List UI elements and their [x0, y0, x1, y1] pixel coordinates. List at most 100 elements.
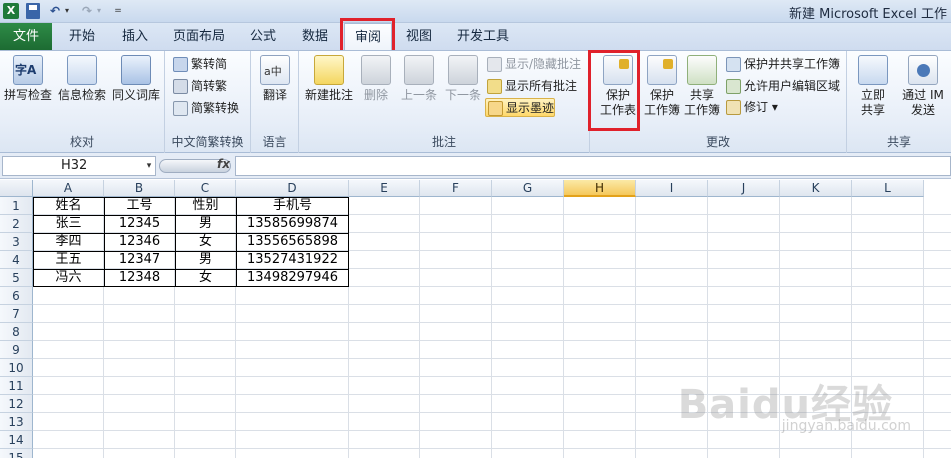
cell-c4[interactable]: 男 — [175, 251, 236, 269]
simplified-to-traditional-button[interactable]: 简转繁 — [171, 77, 227, 96]
row-header-5[interactable]: 5 — [0, 269, 33, 287]
column-header-k[interactable]: K — [780, 180, 852, 197]
column-header-e[interactable]: E — [349, 180, 420, 197]
cell-c3[interactable]: 女 — [175, 233, 236, 251]
show-all-comments-button[interactable]: 显示所有批注 — [485, 77, 577, 96]
customize-qat-icon[interactable]: = — [113, 3, 123, 19]
new-comment-button[interactable]: 新建批注 — [301, 55, 357, 103]
select-all-corner[interactable] — [0, 180, 33, 197]
protect-sheet-button[interactable]: 保护 工作表 — [594, 55, 642, 118]
row-header-13[interactable]: 13 — [0, 413, 33, 431]
thesaurus-button[interactable]: 同义词库 — [110, 55, 162, 103]
show-ink-button[interactable]: 显示墨迹 — [485, 98, 556, 117]
row-header-15[interactable]: 15 — [0, 449, 33, 458]
tab-developer[interactable]: 开发工具 — [444, 23, 522, 50]
undo-dropdown-icon[interactable]: ▾ — [63, 3, 71, 19]
column-header-c[interactable]: C — [175, 180, 236, 197]
allow-edit-ranges-icon — [726, 79, 741, 94]
cell-b2[interactable]: 12345 — [104, 215, 175, 233]
tab-formulas[interactable]: 公式 — [240, 23, 286, 50]
cell-c2[interactable]: 男 — [175, 215, 236, 233]
insert-function-icon[interactable]: fx — [217, 157, 230, 171]
send-im-button[interactable]: 通过 IM 发送 — [897, 55, 949, 118]
previous-comment-button[interactable]: 上一条 — [397, 55, 441, 103]
tab-page-layout[interactable]: 页面布局 — [158, 23, 240, 50]
cell-b5[interactable]: 12348 — [104, 269, 175, 287]
row-header-2[interactable]: 2 — [0, 215, 33, 233]
column-header-f[interactable]: F — [420, 180, 492, 197]
watermark-url: jingyan.baidu.com — [781, 418, 911, 434]
next-comment-button[interactable]: 下一条 — [441, 55, 485, 103]
track-changes-dropdown-icon[interactable]: ▾ — [772, 100, 778, 114]
spelling-button[interactable]: 拼写检查 — [2, 55, 54, 103]
protect-share-label: 保护并共享工作簿 — [744, 57, 841, 71]
cell-a5[interactable]: 冯六 — [33, 269, 104, 287]
cell-b3[interactable]: 12346 — [104, 233, 175, 251]
redo-dropdown-icon[interactable]: ▾ — [95, 3, 103, 19]
table-border-vertical — [104, 197, 105, 287]
cell-c1[interactable]: 性别 — [175, 197, 236, 215]
row-header-14[interactable]: 14 — [0, 431, 33, 449]
row-header-9[interactable]: 9 — [0, 341, 33, 359]
formula-input[interactable] — [235, 156, 951, 176]
protect-workbook-button[interactable]: 保护 工作簿 — [640, 55, 684, 118]
cell-c5[interactable]: 女 — [175, 269, 236, 287]
column-header-a[interactable]: A — [33, 180, 104, 197]
tab-review[interactable]: 审阅 — [344, 23, 392, 51]
redo-icon[interactable]: ↷ — [80, 3, 94, 19]
column-header-g[interactable]: G — [492, 180, 564, 197]
column-header-l[interactable]: L — [852, 180, 924, 197]
row-header-7[interactable]: 7 — [0, 305, 33, 323]
tab-insert[interactable]: 插入 — [112, 23, 158, 50]
column-header-d[interactable]: D — [236, 180, 349, 197]
row-header-1[interactable]: 1 — [0, 197, 33, 215]
protect-share-icon — [726, 57, 741, 72]
track-changes-button[interactable]: 修订 ▾ — [724, 98, 778, 117]
send-now-button[interactable]: 立即 共享 — [851, 55, 895, 118]
cell-b1[interactable]: 工号 — [104, 197, 175, 215]
cell-a1[interactable]: 姓名 — [33, 197, 104, 215]
next-comment-icon — [448, 55, 478, 85]
chinese-convert-button[interactable]: 简繁转换 — [171, 99, 239, 118]
track-changes-label: 修订 — [744, 100, 769, 114]
name-box-dropdown-icon[interactable]: ▾ — [143, 156, 155, 176]
row-header-4[interactable]: 4 — [0, 251, 33, 269]
show-hide-comment-button[interactable]: 显示/隐藏批注 — [485, 55, 581, 74]
allow-edit-ranges-button[interactable]: 允许用户编辑区域 — [724, 77, 840, 96]
research-button[interactable]: 信息检索 — [56, 55, 108, 103]
cell-d2[interactable]: 13585699874 — [236, 215, 349, 233]
traditional-to-simplified-button[interactable]: 繁转简 — [171, 55, 227, 74]
cell-a4[interactable]: 王五 — [33, 251, 104, 269]
cell-b4[interactable]: 12347 — [104, 251, 175, 269]
tab-file[interactable]: 文件 — [0, 23, 52, 50]
table-border-horizontal — [33, 215, 349, 216]
cell-a2[interactable]: 张三 — [33, 215, 104, 233]
tab-home[interactable]: 开始 — [52, 23, 112, 50]
name-box[interactable]: H32 — [2, 156, 156, 176]
column-header-i[interactable]: I — [636, 180, 708, 197]
tab-data[interactable]: 数据 — [286, 23, 344, 50]
undo-icon[interactable]: ↶ — [48, 3, 62, 19]
row-header-8[interactable]: 8 — [0, 323, 33, 341]
delete-comment-button[interactable]: 删除 — [359, 55, 393, 103]
share-workbook-button[interactable]: 共享 工作簿 — [680, 55, 724, 118]
cell-d3[interactable]: 13556565898 — [236, 233, 349, 251]
excel-icon[interactable]: X — [3, 3, 19, 19]
cell-d5[interactable]: 13498297946 — [236, 269, 349, 287]
row-header-6[interactable]: 6 — [0, 287, 33, 305]
tab-view[interactable]: 视图 — [394, 23, 444, 50]
cell-d1[interactable]: 手机号 — [236, 197, 349, 215]
cell-a3[interactable]: 李四 — [33, 233, 104, 251]
column-header-j[interactable]: J — [708, 180, 780, 197]
save-icon[interactable] — [26, 3, 40, 19]
row-header-3[interactable]: 3 — [0, 233, 33, 251]
cell-d4[interactable]: 13527431922 — [236, 251, 349, 269]
translate-button[interactable]: 翻译 — [253, 55, 297, 103]
show-ink-label: 显示墨迹 — [506, 101, 555, 115]
column-header-b[interactable]: B — [104, 180, 175, 197]
protect-share-workbook-button[interactable]: 保护并共享工作簿 — [724, 55, 840, 74]
row-header-11[interactable]: 11 — [0, 377, 33, 395]
row-header-10[interactable]: 10 — [0, 359, 33, 377]
row-header-12[interactable]: 12 — [0, 395, 33, 413]
column-header-h[interactable]: H — [564, 180, 636, 197]
